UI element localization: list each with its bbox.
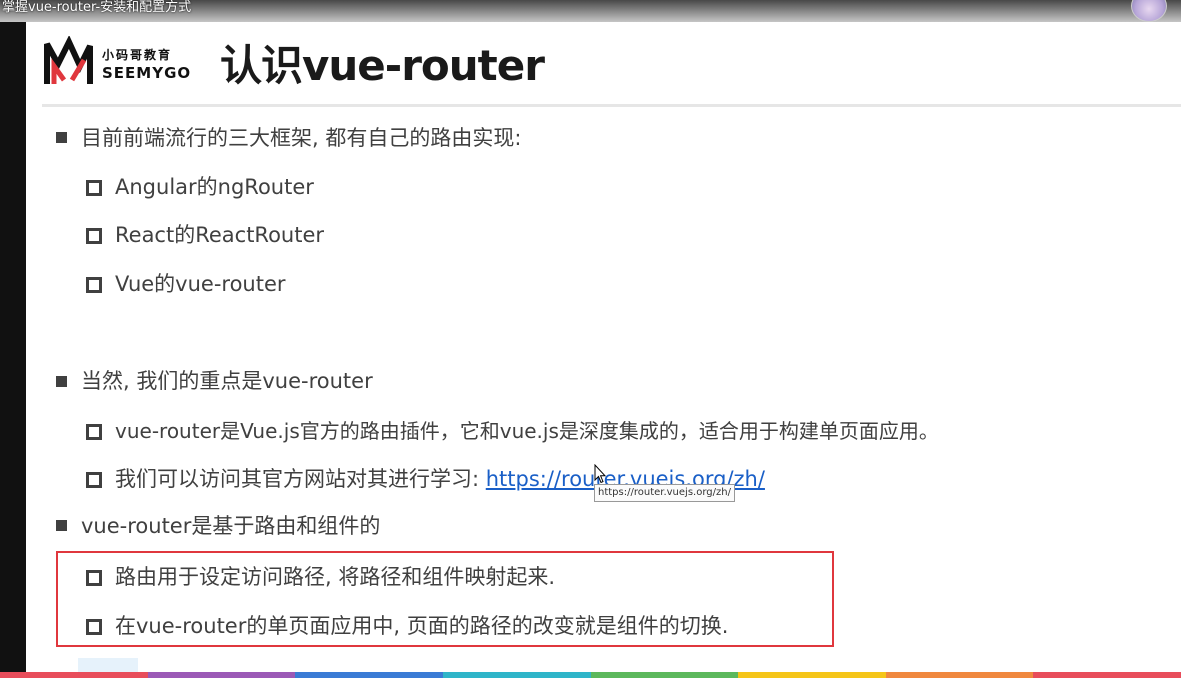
progress-bar-segment — [738, 672, 886, 678]
progress-bar-segment — [295, 672, 443, 678]
bullet-square-icon — [56, 132, 67, 143]
title-divider — [42, 104, 1181, 107]
sub-bullet-square-icon — [86, 472, 102, 488]
sub-bullet-square-icon — [86, 619, 102, 635]
progress-bar-segment — [147, 672, 296, 678]
video-progress-bar[interactable] — [0, 672, 1181, 678]
progress-bar-segment — [1033, 672, 1181, 678]
progress-bar-segment — [442, 672, 591, 678]
sub-bullet-text: 在vue-router的单页面应用中, 页面的路径的改变就是组件的切换. — [115, 614, 729, 638]
sub-bullet-square-icon — [86, 228, 102, 244]
sub-bullet-square-icon — [86, 570, 102, 586]
video-title: 掌握vue-router-安装和配置方式 — [2, 0, 192, 15]
logo-english-text: SEEMYGO — [102, 64, 192, 82]
bullet-text: 目前前端流行的三大框架, 都有自己的路由实现: — [81, 126, 522, 150]
sub-bullet-label: 我们可以访问其官方网站对其进行学习: — [115, 467, 486, 491]
faint-artifact — [78, 658, 138, 672]
progress-bar-segment — [590, 672, 739, 678]
progress-bar-segment — [885, 672, 1034, 678]
bullet-square-icon — [56, 376, 67, 387]
sub-bullet-text: vue-router是Vue.js官方的路由插件，它和vue.js是深度集成的，… — [115, 419, 939, 443]
sub-bullet-text: Vue的vue-router — [115, 272, 286, 296]
sub-bullet-text: Angular的ngRouter — [115, 175, 314, 199]
bullet-square-icon — [56, 520, 67, 531]
user-avatar[interactable] — [1131, 0, 1167, 22]
sub-bullet-square-icon — [86, 277, 102, 293]
sub-bullet-square-icon — [86, 424, 102, 440]
link-tooltip: https://router.vuejs.org/zh/ — [594, 484, 735, 502]
sub-bullet-text: 路由用于设定访问路径, 将路径和组件映射起来. — [115, 565, 556, 589]
progress-bar-segment — [0, 672, 148, 678]
slide: 小码哥教育 SEEMYGO 认识vue-router 目前前端流行的三大框架, … — [26, 22, 1181, 672]
logo-chinese-text: 小码哥教育 — [102, 48, 173, 62]
slide-title: 认识vue-router — [220, 41, 545, 90]
bullet-text: vue-router是基于路由和组件的 — [81, 514, 381, 538]
seemygo-logo: 小码哥教育 SEEMYGO — [44, 36, 204, 88]
bullet-text: 当然, 我们的重点是vue-router — [81, 369, 373, 393]
video-left-strip — [0, 22, 26, 678]
video-title-bar: 掌握vue-router-安装和配置方式 — [0, 0, 1181, 22]
sub-bullet-text: React的ReactRouter — [115, 223, 325, 247]
logo-m-icon — [44, 36, 93, 84]
mouse-cursor-icon — [594, 464, 606, 484]
sub-bullet-square-icon — [86, 180, 102, 196]
